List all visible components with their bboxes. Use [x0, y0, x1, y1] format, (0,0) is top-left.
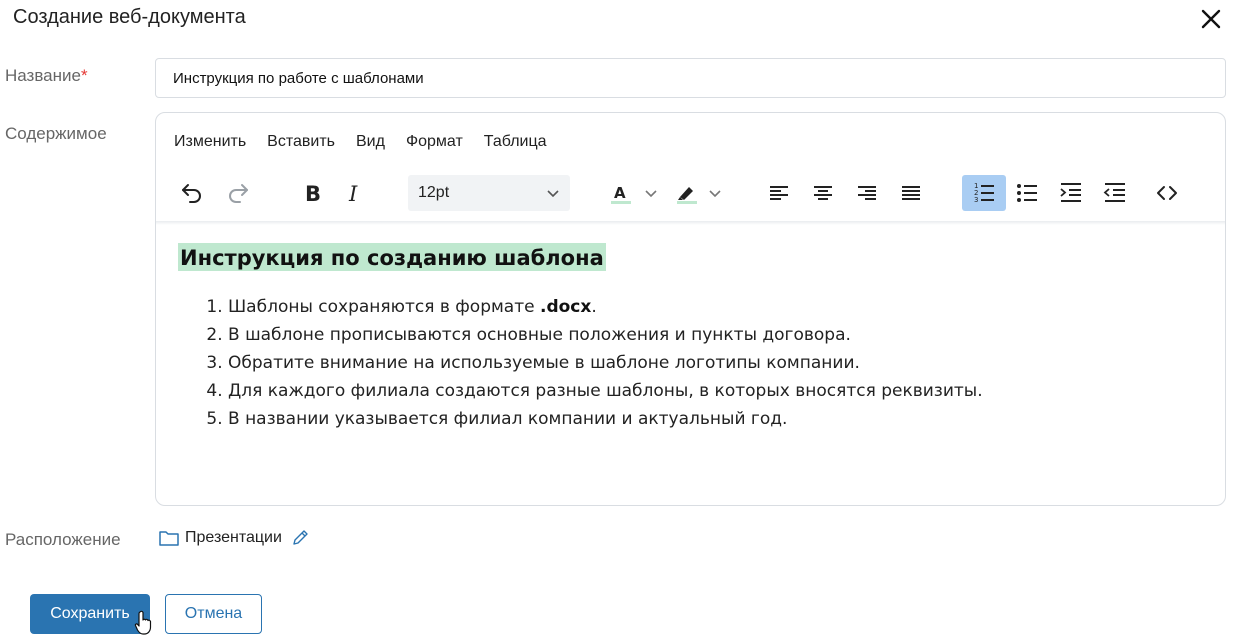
- font-size-select[interactable]: 12pt: [408, 175, 570, 211]
- toolbar-divider: [156, 221, 1225, 225]
- highlight-color-icon: [677, 187, 697, 204]
- menu-view[interactable]: Вид: [356, 133, 385, 151]
- highlight-color-button[interactable]: [672, 175, 702, 211]
- content-label: Содержимое: [5, 124, 107, 143]
- close-button[interactable]: [1196, 4, 1226, 34]
- folder-icon: [159, 531, 179, 546]
- list-item-text: Шаблоны сохраняются в формате: [228, 297, 540, 317]
- editor-menubar: Изменить Вставить Вид Формат Таблица: [174, 133, 547, 151]
- align-right-icon: [858, 186, 876, 200]
- text-color-button[interactable]: A: [606, 175, 636, 211]
- align-justify-icon: [902, 186, 920, 200]
- bulleted-list-icon: [1017, 184, 1037, 202]
- chevron-down-icon: [645, 190, 657, 198]
- list-item: Для каждого филиала создаются разные шаб…: [228, 377, 1208, 405]
- align-justify-button[interactable]: [896, 175, 926, 211]
- save-button[interactable]: Сохранить: [30, 594, 150, 634]
- required-mark: *: [80, 66, 88, 85]
- cancel-button[interactable]: Отмена: [165, 594, 262, 634]
- close-icon: [1201, 9, 1221, 29]
- location-text: Презентации: [185, 529, 282, 546]
- align-right-button[interactable]: [852, 175, 882, 211]
- text-color-dropdown[interactable]: [642, 175, 660, 211]
- name-input[interactable]: [155, 58, 1226, 98]
- name-label-text: Название: [5, 66, 81, 85]
- list-item-after: .: [591, 297, 597, 317]
- svg-text:3: 3: [974, 196, 978, 204]
- list-item: В шаблоне прописываются основные положен…: [228, 321, 1208, 349]
- name-label: Название*: [5, 66, 88, 86]
- list-item-bold: .docx: [540, 297, 592, 317]
- source-code-button[interactable]: [1152, 175, 1182, 211]
- outdent-button[interactable]: [1100, 175, 1130, 211]
- numbered-list-button[interactable]: 123: [962, 175, 1006, 211]
- location-value: Презентации: [158, 528, 310, 548]
- align-center-icon: [814, 186, 832, 200]
- font-size-value: 12pt: [418, 184, 450, 201]
- align-left-icon: [770, 186, 788, 200]
- dialog-title: Создание веб-документа: [13, 6, 246, 28]
- chevron-down-icon: [547, 190, 559, 198]
- align-center-button[interactable]: [808, 175, 838, 211]
- undo-button[interactable]: [176, 175, 208, 211]
- menu-insert[interactable]: Вставить: [267, 133, 335, 151]
- text-color-icon: A: [611, 184, 631, 204]
- source-code-icon: [1157, 186, 1177, 200]
- undo-icon: [182, 184, 201, 203]
- indent-icon: [1060, 183, 1081, 202]
- redo-button[interactable]: [222, 175, 254, 211]
- align-left-button[interactable]: [764, 175, 794, 211]
- italic-button[interactable]: I: [338, 175, 370, 211]
- highlight-color-dropdown[interactable]: [706, 175, 724, 211]
- edit-location-button[interactable]: [290, 528, 310, 548]
- hand-pointer-icon: [134, 610, 152, 635]
- svg-text:B: B: [305, 182, 321, 205]
- list-item: В названии указывается филиал компании и…: [228, 405, 1208, 433]
- outdent-icon: [1103, 183, 1125, 202]
- bulleted-list-button[interactable]: [1012, 175, 1042, 211]
- menu-format[interactable]: Формат: [406, 133, 463, 151]
- list-item: Шаблоны сохраняются в формате .docx.: [228, 293, 1208, 321]
- editor-content[interactable]: Инструкция по созданию шаблона Шаблоны с…: [178, 243, 1208, 433]
- chevron-down-icon: [709, 190, 721, 198]
- bold-icon: B: [305, 182, 321, 205]
- indent-button[interactable]: [1056, 175, 1086, 211]
- svg-text:I: I: [348, 182, 358, 205]
- location-label: Расположение: [5, 530, 121, 549]
- bold-button[interactable]: B: [296, 175, 328, 211]
- svg-text:A: A: [614, 184, 626, 202]
- rich-text-editor: Изменить Вставить Вид Формат Таблица B I…: [155, 112, 1226, 506]
- italic-icon: I: [348, 182, 358, 205]
- document-heading: Инструкция по созданию шаблона: [178, 243, 606, 271]
- numbered-list-icon: 123: [974, 182, 994, 204]
- redo-icon: [229, 184, 248, 203]
- menu-table[interactable]: Таблица: [484, 133, 547, 151]
- document-numbered-list: Шаблоны сохраняются в формате .docx. В ш…: [178, 293, 1208, 433]
- pencil-icon: [293, 530, 308, 545]
- menu-edit[interactable]: Изменить: [174, 133, 246, 151]
- list-item: Обратите внимание на используемые в шабл…: [228, 349, 1208, 377]
